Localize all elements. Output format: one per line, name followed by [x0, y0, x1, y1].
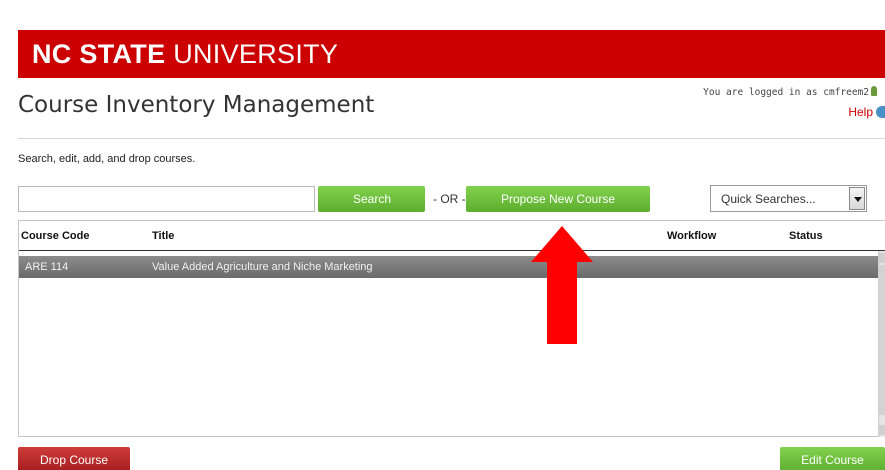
- column-header-course-code[interactable]: Course Code: [21, 230, 89, 242]
- table-row[interactable]: ARE 114 Value Added Agriculture and Nich…: [19, 256, 879, 278]
- table-scrollbar[interactable]: [878, 251, 885, 437]
- quick-searches-select[interactable]: Quick Searches...: [710, 185, 867, 212]
- course-title-cell: Value Added Agriculture and Niche Market…: [152, 261, 373, 273]
- scrollbar-thumb[interactable]: [879, 265, 885, 415]
- chevron-down-icon[interactable]: [849, 187, 865, 210]
- annotation-arrow-shape: [531, 226, 593, 344]
- help-icon[interactable]: [876, 106, 885, 118]
- scroll-up-icon[interactable]: [879, 253, 885, 263]
- or-separator: - OR -: [433, 192, 466, 206]
- login-text: You are logged in as cmfreem2: [703, 87, 869, 98]
- nc-state-logo[interactable]: NC STATE UNIVERSITY: [32, 39, 338, 69]
- logo-light-text: UNIVERSITY: [165, 39, 339, 69]
- logo-bold-text: NC STATE: [32, 39, 166, 69]
- course-table: Course Code Title Workflow Status ARE 11…: [18, 220, 885, 437]
- search-button[interactable]: Search: [318, 186, 425, 212]
- scroll-down-icon[interactable]: [879, 425, 885, 435]
- help-link[interactable]: Help: [848, 105, 885, 119]
- page-title: Course Inventory Management: [18, 92, 375, 118]
- arrow-up-icon: [531, 226, 593, 344]
- column-header-workflow[interactable]: Workflow: [667, 230, 716, 242]
- search-input[interactable]: [18, 186, 315, 212]
- course-code-cell: ARE 114: [25, 261, 69, 273]
- help-label[interactable]: Help: [848, 105, 873, 119]
- quick-searches-value: Quick Searches...: [721, 192, 816, 206]
- column-header-status[interactable]: Status: [789, 230, 823, 242]
- header-banner: NC STATE UNIVERSITY: [18, 30, 885, 78]
- page-subtitle: Search, edit, add, and drop courses.: [18, 153, 196, 165]
- drop-course-button[interactable]: Drop Course: [18, 447, 130, 470]
- user-icon: [871, 86, 877, 96]
- propose-new-course-button[interactable]: Propose New Course: [466, 186, 650, 212]
- table-header: Course Code Title Workflow Status: [19, 221, 885, 251]
- header-divider: [18, 138, 885, 139]
- login-status: You are logged in as cmfreem2: [703, 86, 877, 98]
- column-header-title[interactable]: Title: [152, 230, 174, 242]
- edit-course-button[interactable]: Edit Course: [780, 447, 885, 470]
